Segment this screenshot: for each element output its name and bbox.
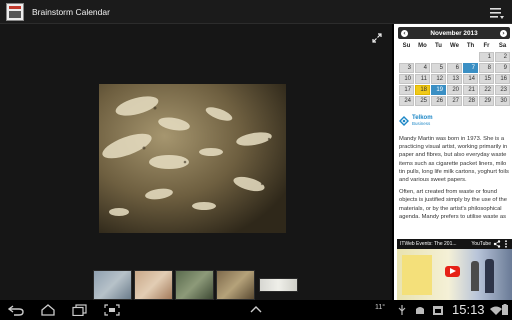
calendar-day[interactable]: 4 xyxy=(415,63,430,73)
calendar-day[interactable]: 1 xyxy=(479,52,494,62)
calendar-day[interactable]: 5 xyxy=(431,63,446,73)
calendar-day[interactable]: 18 xyxy=(415,85,430,95)
calendar-day[interactable]: 7 xyxy=(463,63,478,73)
video-scene-person xyxy=(485,259,494,293)
app-title: Brainstorm Calendar xyxy=(32,6,110,17)
weekday-header: Fr xyxy=(483,43,490,49)
calendar-empty-cell xyxy=(415,52,430,62)
calendar-day[interactable]: 30 xyxy=(495,96,510,106)
sponsor-subtitle: Business xyxy=(412,121,431,126)
calendar-header: ‹ November 2013 › xyxy=(398,27,510,39)
thumbnail[interactable] xyxy=(259,278,298,292)
video-thumbnail[interactable] xyxy=(397,249,512,300)
back-icon[interactable] xyxy=(8,304,24,316)
expand-icon[interactable] xyxy=(372,28,382,43)
overflow-menu-icon[interactable] xyxy=(490,5,504,19)
artist-bio: Mandy Martin was born in 1973. She is a … xyxy=(399,135,509,221)
play-button-icon[interactable] xyxy=(445,266,460,277)
weekday-header: Th xyxy=(466,43,475,49)
android-debug-icon xyxy=(416,307,424,314)
calendar-grid: Su Mo Tu We Th Fr Sa 1 2 3 4 5 6 7 8 9 10 11 12 13 14 15 16 17 1… xyxy=(399,41,510,106)
calendar-day[interactable]: 22 xyxy=(479,85,494,95)
youtube-label: YouTube xyxy=(471,241,491,247)
calendar-day[interactable]: 3 xyxy=(399,63,414,73)
calendar-day[interactable]: 25 xyxy=(415,96,430,106)
calendar-day[interactable]: 6 xyxy=(447,63,462,73)
calendar-day[interactable]: 2 xyxy=(495,52,510,62)
telkom-logo-icon xyxy=(399,116,409,126)
temperature-status: 11° xyxy=(375,304,386,311)
screenshot-icon[interactable] xyxy=(104,304,120,316)
weekday-header: Mo xyxy=(418,43,427,49)
calendar-widget: ‹ November 2013 › Su Mo Tu We Th Fr Sa 1 2 3 4 5 6 7 8… xyxy=(398,27,510,106)
sidebar: ‹ November 2013 › Su Mo Tu We Th Fr Sa 1 2 3 4 5 6 7 8… xyxy=(392,24,512,300)
chevron-up-icon[interactable] xyxy=(248,304,264,316)
calendar-day[interactable]: 29 xyxy=(479,96,494,106)
video-title-bar: ITWeb Events: The 201... YouTube xyxy=(397,239,512,249)
sponsor-wordmark: Telkom Business xyxy=(412,115,433,127)
thumbnail[interactable] xyxy=(216,270,255,300)
calendar-day[interactable]: 10 xyxy=(399,74,414,84)
calendar-day[interactable]: 12 xyxy=(431,74,446,84)
weekday-header: We xyxy=(450,43,459,49)
recent-apps-icon[interactable] xyxy=(72,304,88,316)
video-scene-banner xyxy=(402,255,432,295)
prev-month-button[interactable]: ‹ xyxy=(401,29,408,37)
more-options-icon[interactable] xyxy=(503,240,509,248)
thumbnail[interactable] xyxy=(175,270,214,300)
calendar-day[interactable]: 17 xyxy=(399,85,414,95)
calendar-day[interactable]: 27 xyxy=(447,96,462,106)
calendar-day[interactable]: 24 xyxy=(399,96,414,106)
calendar-day[interactable]: 16 xyxy=(495,74,510,84)
calendar-empty-cell xyxy=(447,52,462,62)
calendar-empty-cell xyxy=(463,52,478,62)
calendar-day[interactable]: 23 xyxy=(495,85,510,95)
thumbnail-strip xyxy=(93,270,298,300)
weekday-header: Tu xyxy=(435,43,442,49)
youtube-embed[interactable]: ITWeb Events: The 201... YouTube xyxy=(397,239,512,300)
calendar-day[interactable]: 19 xyxy=(431,85,446,95)
calendar-day[interactable]: 11 xyxy=(415,74,430,84)
calendar-day[interactable]: 14 xyxy=(463,74,478,84)
calendar-empty-cell xyxy=(431,52,446,62)
calendar-day[interactable]: 8 xyxy=(479,63,494,73)
clock: 15:13 xyxy=(452,302,485,317)
thumbnail[interactable] xyxy=(134,270,173,300)
battery-icon xyxy=(502,304,508,315)
weekday-header: Sa xyxy=(498,43,507,49)
calendar-day[interactable]: 9 xyxy=(495,63,510,73)
share-icon[interactable] xyxy=(493,240,501,248)
bio-paragraph: Mandy Martin was born in 1973. She is a … xyxy=(399,136,509,184)
image-gallery xyxy=(0,24,390,300)
sponsor-logo[interactable]: Telkom Business xyxy=(399,114,512,128)
app-logo-icon[interactable] xyxy=(6,2,24,21)
calendar-day[interactable]: 20 xyxy=(447,85,462,95)
calendar-day[interactable]: 26 xyxy=(431,96,446,106)
system-navigation-bar: 11° 15:13 xyxy=(0,300,512,320)
tablet-screen: Brainstorm Calendar ‹ November 2013 › Su… xyxy=(0,0,512,320)
video-scene-person xyxy=(471,261,479,291)
usb-icon xyxy=(398,305,406,315)
calendar-day[interactable]: 15 xyxy=(479,74,494,84)
calendar-day[interactable]: 21 xyxy=(463,85,478,95)
action-bar: Brainstorm Calendar xyxy=(0,0,512,24)
bio-paragraph: Often, art created from waste or found o… xyxy=(399,189,507,220)
calendar-day[interactable]: 28 xyxy=(463,96,478,106)
weekday-header: Su xyxy=(402,43,411,49)
home-icon[interactable] xyxy=(40,304,56,316)
calendar-empty-cell xyxy=(399,52,414,62)
calendar-notification-icon xyxy=(433,306,443,315)
next-month-button[interactable]: › xyxy=(500,29,507,37)
calendar-day[interactable]: 13 xyxy=(447,74,462,84)
video-title[interactable]: ITWeb Events: The 201... xyxy=(400,241,469,247)
thumbnail[interactable] xyxy=(93,270,132,300)
main-artwork-photo[interactable] xyxy=(99,84,286,233)
calendar-month-label: November 2013 xyxy=(430,29,478,37)
